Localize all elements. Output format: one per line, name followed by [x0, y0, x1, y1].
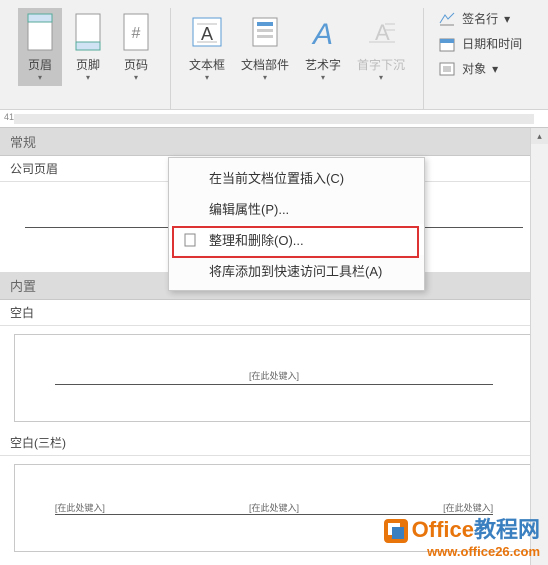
object-icon — [438, 61, 456, 77]
watermark-text-a: Office — [412, 517, 474, 542]
ruler-bar — [14, 114, 534, 124]
wordart-label: 艺术字 — [305, 56, 341, 73]
blank3-placeholder: [在此处键入] — [55, 501, 105, 514]
parts-label: 文档部件 — [241, 56, 289, 73]
gallery-blank-preview[interactable]: [在此处键入] — [14, 334, 534, 422]
signature-icon — [438, 11, 456, 27]
textbox-icon: A — [191, 12, 223, 52]
watermark-text-b: 教程网 — [474, 517, 540, 542]
watermark-logo-icon — [384, 519, 408, 543]
header-button[interactable]: 页眉 ▾ — [18, 8, 62, 86]
textbox-label: 文本框 — [189, 56, 225, 73]
ribbon-group-headerfooter: 页眉 ▾ 页脚 ▾ # 页码 ▾ — [18, 8, 171, 109]
menu-editprops-label: 编辑属性(P)... — [209, 199, 289, 218]
menu-edit-properties[interactable]: 编辑属性(P)... — [169, 193, 424, 224]
blank-icon — [181, 262, 199, 280]
context-menu: 在当前文档位置插入(C) 编辑属性(P)... 整理和删除(O)... 将库添加… — [168, 157, 425, 291]
datetime-icon — [438, 36, 456, 52]
menu-organize-label: 整理和删除(O)... — [209, 230, 304, 249]
dropdown-icon: ▾ — [38, 73, 42, 82]
wordart-icon: A — [307, 12, 339, 52]
pagenum-label: 页码 — [124, 56, 148, 73]
dropdown-icon: ▾ — [504, 12, 510, 26]
dropdown-icon: ▾ — [263, 73, 267, 82]
dropdown-icon: ▾ — [205, 73, 209, 82]
header-label: 页眉 — [28, 56, 52, 73]
object-button[interactable]: 对象 ▾ — [434, 58, 526, 79]
watermark-url: www.office26.com — [384, 544, 540, 559]
pagenum-button[interactable]: # 页码 ▾ — [114, 8, 158, 86]
menu-insert-current[interactable]: 在当前文档位置插入(C) — [169, 162, 424, 193]
ribbon-toolbar: 页眉 ▾ 页脚 ▾ # 页码 ▾ A 文本框 ▾ 文档部件 ▾ A 艺术字 ▾ — [0, 0, 548, 110]
blank-placeholder: [在此处键入] — [249, 369, 299, 382]
footer-icon — [72, 12, 104, 52]
wordart-button[interactable]: A 艺术字 ▾ — [299, 8, 347, 86]
dropdown-icon: ▾ — [492, 62, 498, 76]
ruler-mark: 41 — [4, 112, 14, 122]
scrollbar[interactable]: ▴ — [530, 128, 548, 565]
dropcap-icon: A — [365, 12, 397, 52]
blank3-placeholder: [在此处键入] — [249, 501, 299, 514]
signature-label: 签名行 — [462, 10, 498, 27]
textbox-button[interactable]: A 文本框 ▾ — [183, 8, 231, 86]
watermark-line1: Office教程网 — [384, 512, 540, 544]
menu-addqat-label: 将库添加到快速访问工具栏(A) — [209, 261, 382, 280]
datetime-button[interactable]: 日期和时间 — [434, 33, 526, 54]
blank-icon — [181, 169, 199, 187]
svg-text:A: A — [201, 24, 213, 44]
header-icon — [24, 12, 56, 52]
blank-icon — [181, 200, 199, 218]
menu-insert-label: 在当前文档位置插入(C) — [209, 168, 344, 187]
signature-button[interactable]: 签名行 ▾ — [434, 8, 526, 29]
dropdown-icon: ▾ — [321, 73, 325, 82]
scroll-up-icon[interactable]: ▴ — [531, 128, 548, 144]
datetime-label: 日期和时间 — [462, 35, 522, 52]
footer-label: 页脚 — [76, 56, 100, 73]
document-icon — [181, 231, 199, 249]
parts-button[interactable]: 文档部件 ▾ — [235, 8, 295, 86]
dropdown-icon: ▾ — [134, 73, 138, 82]
gallery-section-general: 常规 — [0, 128, 548, 156]
menu-organize-delete[interactable]: 整理和删除(O)... — [169, 224, 424, 255]
preview-underline — [55, 384, 493, 385]
svg-text:A: A — [311, 18, 333, 51]
parts-icon — [249, 12, 281, 52]
dropdown-icon: ▾ — [86, 73, 90, 82]
footer-button[interactable]: 页脚 ▾ — [66, 8, 110, 86]
ribbon-group-text: A 文本框 ▾ 文档部件 ▾ A 艺术字 ▾ A 首字下沉 ▾ — [171, 8, 424, 109]
dropcap-label: 首字下沉 — [357, 56, 405, 73]
gallery-blank3-title: 空白(三栏) — [0, 430, 548, 456]
gallery-blank-title: 空白 — [0, 300, 548, 326]
ribbon-group-insert: 签名行 ▾ 日期和时间 对象 ▾ — [424, 8, 526, 109]
ruler: 41 — [0, 110, 548, 128]
object-label: 对象 — [462, 60, 486, 77]
dropcap-button[interactable]: A 首字下沉 ▾ — [351, 8, 411, 86]
watermark: Office教程网 www.office26.com — [384, 512, 540, 559]
pagenum-icon: # — [120, 12, 152, 52]
svg-text:#: # — [132, 25, 141, 42]
menu-add-qat[interactable]: 将库添加到快速访问工具栏(A) — [169, 255, 424, 286]
dropdown-icon: ▾ — [379, 73, 383, 82]
